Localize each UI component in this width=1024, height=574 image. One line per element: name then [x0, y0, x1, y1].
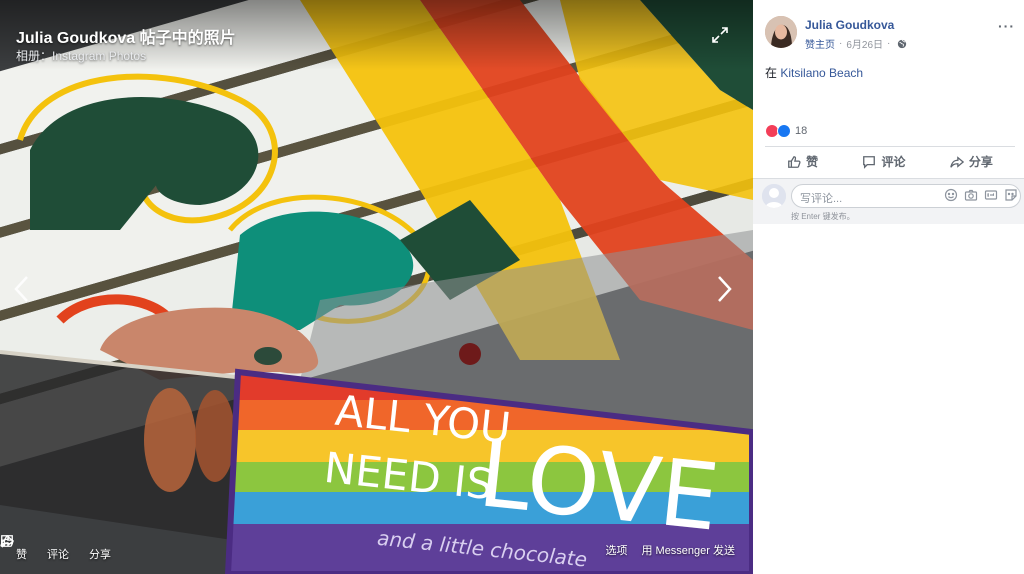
photo-comment-label: 评论: [47, 549, 69, 561]
sticker-icon[interactable]: [1004, 188, 1018, 202]
comment-button[interactable]: 评论: [862, 153, 906, 170]
share-label: 分享: [968, 155, 993, 169]
meta-dot-2: ·: [887, 38, 891, 49]
comment-icon: [863, 155, 876, 169]
emoji-icon[interactable]: [944, 188, 958, 202]
post-date[interactable]: 6月26日: [846, 36, 883, 51]
like-label: 赞: [806, 155, 819, 169]
like-icon: [788, 155, 801, 168]
comment-composer: 写评论... 按 Enter 键发布。: [753, 178, 1024, 224]
comment-tools: [938, 188, 1018, 202]
expand-icon[interactable]: [711, 26, 731, 46]
album-link[interactable]: Instagram Photos: [52, 49, 146, 63]
photo-album: 相册：Instagram Photos: [16, 47, 146, 64]
comment-hint: 按 Enter 键发布。: [791, 212, 855, 221]
photo-like-label: 赞: [16, 549, 27, 561]
photo-comment-button[interactable]: 评论: [1, 535, 69, 562]
post-author[interactable]: Julia Goudkova: [805, 18, 894, 32]
photo-share-button[interactable]: 分享: [0, 535, 111, 562]
meta-dot: ·: [839, 38, 843, 49]
photo-viewer: ALL YOU NEED IS LOVE and a little chocol…: [0, 0, 1024, 574]
chevron-left-icon[interactable]: [12, 274, 36, 308]
share-icon: [0, 535, 14, 547]
send-messenger-link[interactable]: 用 Messenger 发送: [641, 542, 735, 558]
photo-like-button[interactable]: 赞: [1, 535, 27, 562]
more-icon[interactable]: ···: [998, 18, 1015, 34]
share-button[interactable]: 分享: [950, 153, 993, 170]
post-action-bar: 赞 评论 分享: [765, 146, 1015, 176]
comment-label: 评论: [881, 155, 906, 169]
post-side-panel: Julia Goudkova 赞主页 · 6月26日 · ··· 在 Kitsi…: [753, 0, 1024, 574]
like-button[interactable]: 赞: [787, 153, 818, 170]
photo-share-label: 分享: [89, 549, 111, 561]
location-prefix: 在: [765, 66, 778, 80]
location-link[interactable]: Kitsilano Beach: [780, 66, 863, 80]
homepage-link[interactable]: 赞主页: [805, 36, 835, 51]
photo-title[interactable]: Julia Goudkova 帖子中的照片: [16, 24, 236, 48]
avatar[interactable]: [765, 16, 797, 48]
photo-options-link[interactable]: 选项: [605, 542, 627, 558]
globe-icon: [898, 39, 907, 48]
post-header: Julia Goudkova 赞主页 · 6月26日 · ···: [765, 14, 1015, 54]
like-reaction-icon: [777, 124, 791, 138]
post-location: 在 Kitsilano Beach: [765, 64, 863, 81]
post-meta: 赞主页 · 6月26日 ·: [805, 36, 907, 51]
commenter-avatar: [762, 184, 786, 208]
photo-action-bar-right: 选项 用 Messenger 发送: [591, 542, 735, 558]
photo-pane[interactable]: ALL YOU NEED IS LOVE and a little chocol…: [0, 0, 753, 574]
reaction-summary[interactable]: 18: [765, 124, 807, 138]
chevron-right-icon[interactable]: [714, 274, 738, 308]
photo-image: ALL YOU NEED IS LOVE and a little chocol…: [0, 0, 753, 574]
reaction-count: 18: [795, 125, 808, 137]
gif-icon[interactable]: [984, 188, 998, 202]
camera-icon[interactable]: [964, 188, 978, 202]
album-prefix: 相册：: [16, 49, 53, 63]
share-icon: [950, 155, 964, 168]
